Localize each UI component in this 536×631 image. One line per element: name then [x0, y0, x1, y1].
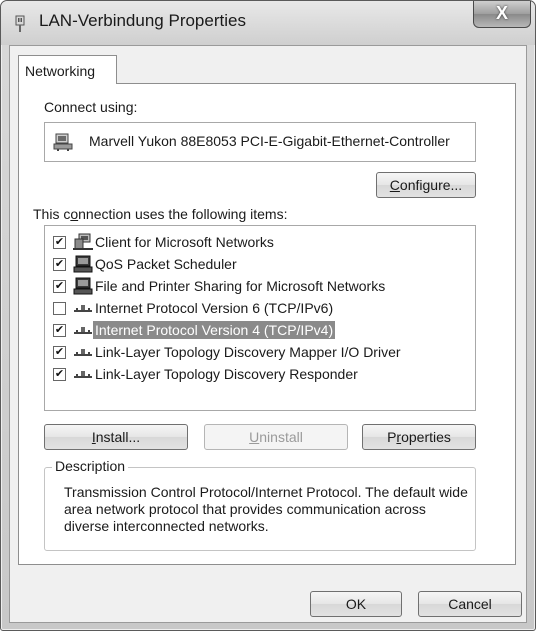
list-item[interactable]: ✔ QoS Packet Scheduler — [45, 253, 475, 275]
item-label: Client for Microsoft Networks — [95, 234, 274, 250]
connect-using-label: Connect using: — [44, 99, 138, 115]
adapter-field: Marvell Yukon 88E8053 PCI-E-Gigabit-Ethe… — [44, 122, 476, 162]
client-network-icon — [73, 233, 93, 250]
item-checkbox[interactable]: ✔ — [53, 236, 66, 249]
network-connection-icon — [15, 15, 25, 32]
item-label: Internet Protocol Version 4 (TCP/IPv4) — [93, 321, 336, 339]
protocol-icon — [74, 371, 92, 378]
service-icon — [73, 277, 93, 295]
item-checkbox[interactable]: ✔ — [53, 280, 66, 293]
install-button[interactable]: Install... — [44, 424, 188, 450]
list-item[interactable]: Internet Protocol Version 6 (TCP/IPv6) — [45, 297, 475, 319]
window-title: LAN-Verbindung Properties — [39, 11, 246, 30]
list-item[interactable]: ✔ Client for Microsoft Networks — [45, 231, 475, 253]
list-item[interactable]: ✔ Internet Protocol Version 4 (TCP/IPv4) — [45, 319, 475, 341]
protocol-icon — [74, 305, 92, 312]
properties-button[interactable]: Properties — [362, 424, 476, 450]
description-text: Transmission Control Protocol/Internet P… — [64, 484, 468, 534]
description-legend: Description — [52, 458, 129, 474]
network-adapter-icon — [53, 133, 73, 151]
close-button[interactable]: X — [473, 1, 531, 28]
cancel-button[interactable]: Cancel — [418, 591, 522, 617]
connection-items-list[interactable]: ✔ Client for Microsoft Networks ✔ QoS Pa… — [44, 225, 476, 411]
item-label: Internet Protocol Version 6 (TCP/IPv6) — [95, 300, 334, 316]
list-item[interactable]: ✔ Link-Layer Topology Discovery Responde… — [45, 363, 475, 385]
items-label: This connection uses the following items… — [33, 206, 288, 222]
list-item[interactable]: ✔ Link-Layer Topology Discovery Mapper I… — [45, 341, 475, 363]
list-item[interactable]: ✔ File and Printer Sharing for Microsoft… — [45, 275, 475, 297]
ok-button[interactable]: OK — [310, 591, 402, 617]
protocol-icon — [74, 327, 92, 334]
item-checkbox[interactable]: ✔ — [53, 258, 66, 271]
item-checkbox[interactable]: ✔ — [53, 346, 66, 359]
uninstall-button[interactable]: Uninstall — [204, 424, 348, 450]
tab-networking-label: Networking — [25, 63, 96, 79]
configure-button[interactable]: Configure... — [376, 172, 476, 198]
item-checkbox[interactable] — [53, 302, 66, 315]
item-checkbox[interactable]: ✔ — [53, 324, 66, 337]
item-label: Link-Layer Topology Discovery Mapper I/O… — [95, 344, 401, 360]
item-label: Link-Layer Topology Discovery Responder — [95, 366, 358, 382]
title-bar[interactable]: LAN-Verbindung Properties X — [1, 1, 535, 45]
service-icon — [73, 255, 93, 273]
item-checkbox[interactable]: ✔ — [53, 368, 66, 381]
protocol-icon — [74, 349, 92, 356]
tab-networking[interactable]: Networking — [18, 55, 117, 84]
item-label: QoS Packet Scheduler — [95, 256, 237, 272]
adapter-name: Marvell Yukon 88E8053 PCI-E-Gigabit-Ethe… — [89, 133, 450, 149]
item-label: File and Printer Sharing for Microsoft N… — [95, 278, 386, 294]
